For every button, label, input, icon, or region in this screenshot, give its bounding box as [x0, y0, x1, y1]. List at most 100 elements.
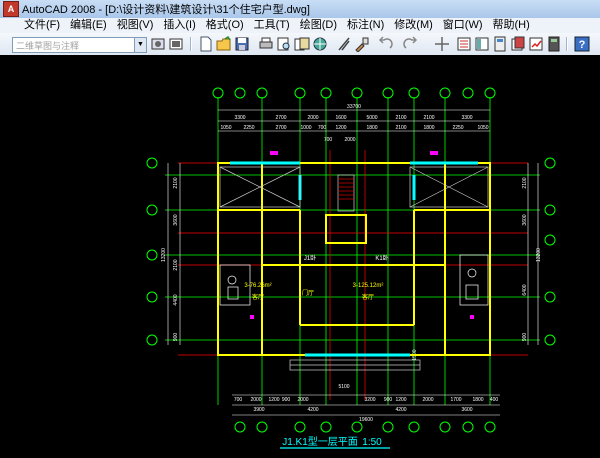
menu-bar: 文件(F) 编辑(E) 视图(V) 插入(I) 格式(O) 工具(T) 绘图(D… — [0, 18, 600, 34]
top-dim: 700 — [318, 125, 327, 131]
sheetset-icon[interactable] — [510, 36, 526, 52]
top-dim: 2000 — [307, 115, 318, 121]
right-dim: 6400 — [522, 284, 528, 295]
top-dim: 3300 — [234, 115, 245, 121]
bottom-dim: 1700 — [450, 397, 461, 403]
menu-dimension[interactable]: 标注(N) — [342, 18, 389, 33]
menu-tools[interactable]: 工具(T) — [249, 18, 295, 33]
top-dim: 700 — [324, 137, 333, 143]
bottom-dim: 700 — [234, 397, 243, 403]
top-dim: 2250 — [243, 125, 254, 131]
menu-help[interactable]: 帮助(H) — [488, 18, 535, 33]
autocad-logo-icon[interactable]: A — [3, 1, 19, 17]
designcenter-icon[interactable] — [474, 36, 490, 52]
markup-icon[interactable] — [528, 36, 544, 52]
bottom-dim: 1200 — [268, 397, 279, 403]
bottom-dim: 2000 — [250, 397, 261, 403]
furniture-marks — [250, 151, 474, 319]
workspace-placeholder: 二维草图与注释 — [16, 41, 80, 51]
top-dim: 1000 — [300, 125, 311, 131]
top-dim: 2700 — [275, 115, 286, 121]
top-dim: 1800 — [366, 125, 377, 131]
toolbar-separator — [190, 37, 192, 51]
top-dim: 2700 — [275, 125, 286, 131]
top-dim: 1800 — [423, 125, 434, 131]
right-dim: 3600 — [522, 214, 528, 225]
bottom-dim: 900 — [282, 397, 291, 403]
plot-icon[interactable] — [258, 36, 274, 52]
workspace-settings-icon[interactable] — [150, 36, 166, 52]
bottom-dim: 3900 — [253, 407, 264, 413]
publish-icon[interactable] — [294, 36, 310, 52]
right-total-dim: 13200 — [536, 248, 542, 262]
left-total-dim: 13200 — [161, 248, 167, 262]
top-dim: 2000 — [344, 137, 355, 143]
drawing-title: J1.K1型一层平面 — [282, 435, 358, 448]
menu-file[interactable]: 文件(F) — [0, 18, 65, 33]
properties-icon[interactable] — [456, 36, 472, 52]
toolbar-separator — [566, 37, 568, 51]
left-dim: 3600 — [173, 214, 179, 225]
pan-icon[interactable] — [434, 36, 450, 52]
room-area: 3-125.12m² — [353, 283, 384, 289]
toolpalettes-icon[interactable] — [492, 36, 508, 52]
bottom-dim: 3200 — [364, 397, 375, 403]
right-dim: 900 — [522, 333, 528, 342]
new-icon[interactable] — [198, 36, 214, 52]
title-bar: A AutoCAD 2008 - [D:\设计资料\建筑设计\31个住宅户型.d… — [0, 0, 600, 19]
plot-preview-icon[interactable] — [276, 36, 292, 52]
room-label: K1卧 — [375, 254, 388, 262]
save-icon[interactable] — [234, 36, 250, 52]
room-label: 门厅 — [302, 289, 314, 297]
bottom-dim: 4200 — [395, 407, 406, 413]
top-dim: 3300 — [461, 115, 472, 121]
top-dim: 2100 — [395, 115, 406, 121]
menu-window[interactable]: 窗口(W) — [438, 18, 488, 33]
room-label: 客厅 — [362, 293, 374, 301]
menu-draw[interactable]: 绘图(D) — [295, 18, 342, 33]
top-dim: 1200 — [335, 125, 346, 131]
undo-icon[interactable] — [378, 36, 394, 52]
overall-top-dim: 33700 — [347, 104, 361, 110]
room-label: J1卧 — [304, 254, 316, 262]
drawing-canvas[interactable]: 33700 3300 2700 2000 1600 5000 2100 2100… — [0, 55, 600, 458]
room-area: 3-76.26m² — [244, 283, 271, 289]
left-dim: 4400 — [173, 294, 179, 305]
bottom-dim: 900 — [384, 397, 393, 403]
menu-insert[interactable]: 插入(I) — [158, 18, 200, 33]
axis-lines — [165, 97, 540, 405]
menu-format[interactable]: 格式(O) — [201, 18, 249, 33]
chevron-down-icon[interactable]: ▼ — [134, 38, 146, 52]
left-dim: 2100 — [173, 177, 179, 188]
open-icon[interactable] — [216, 36, 232, 52]
drawing-scale: 1:50 — [362, 437, 382, 448]
top-dim: 1050 — [477, 125, 488, 131]
bottom-dim: 2000 — [297, 397, 308, 403]
matchprop-icon[interactable] — [354, 36, 370, 52]
left-dim: 2100 — [173, 259, 179, 270]
top-dim: 2100 — [395, 125, 406, 131]
workspace-list-icon[interactable] — [168, 36, 184, 52]
top-dim: 1600 — [335, 115, 346, 121]
help-icon[interactable]: ? — [574, 36, 590, 52]
menu-edit[interactable]: 编辑(E) — [65, 18, 112, 33]
svg-text:?: ? — [579, 39, 586, 51]
menu-modify[interactable]: 修改(M) — [389, 18, 438, 33]
standard-toolbar: 二维草图与注释 ▼ ? — [0, 33, 600, 85]
bottom-dim: 2000 — [422, 397, 433, 403]
left-dim: 900 — [173, 333, 179, 342]
cut-icon[interactable] — [336, 36, 352, 52]
bottom-dim: 3600 — [461, 407, 472, 413]
bottom-mid-dim: 5100 — [338, 384, 349, 390]
bottom-dim: 400 — [490, 397, 499, 403]
stairs — [219, 166, 489, 371]
3d-dwf-icon[interactable] — [312, 36, 328, 52]
redo-icon[interactable] — [402, 36, 418, 52]
workspace-combo[interactable]: 二维草图与注释 ▼ — [12, 37, 147, 53]
stair-treads — [338, 178, 354, 200]
calculator-icon[interactable] — [546, 36, 562, 52]
menu-view[interactable]: 视图(V) — [112, 18, 159, 33]
window-title: AutoCAD 2008 - [D:\设计资料\建筑设计\31个住宅户型.dwg… — [22, 4, 310, 16]
right-dim: 2100 — [522, 177, 528, 188]
room-label: 客厅 — [252, 293, 264, 301]
